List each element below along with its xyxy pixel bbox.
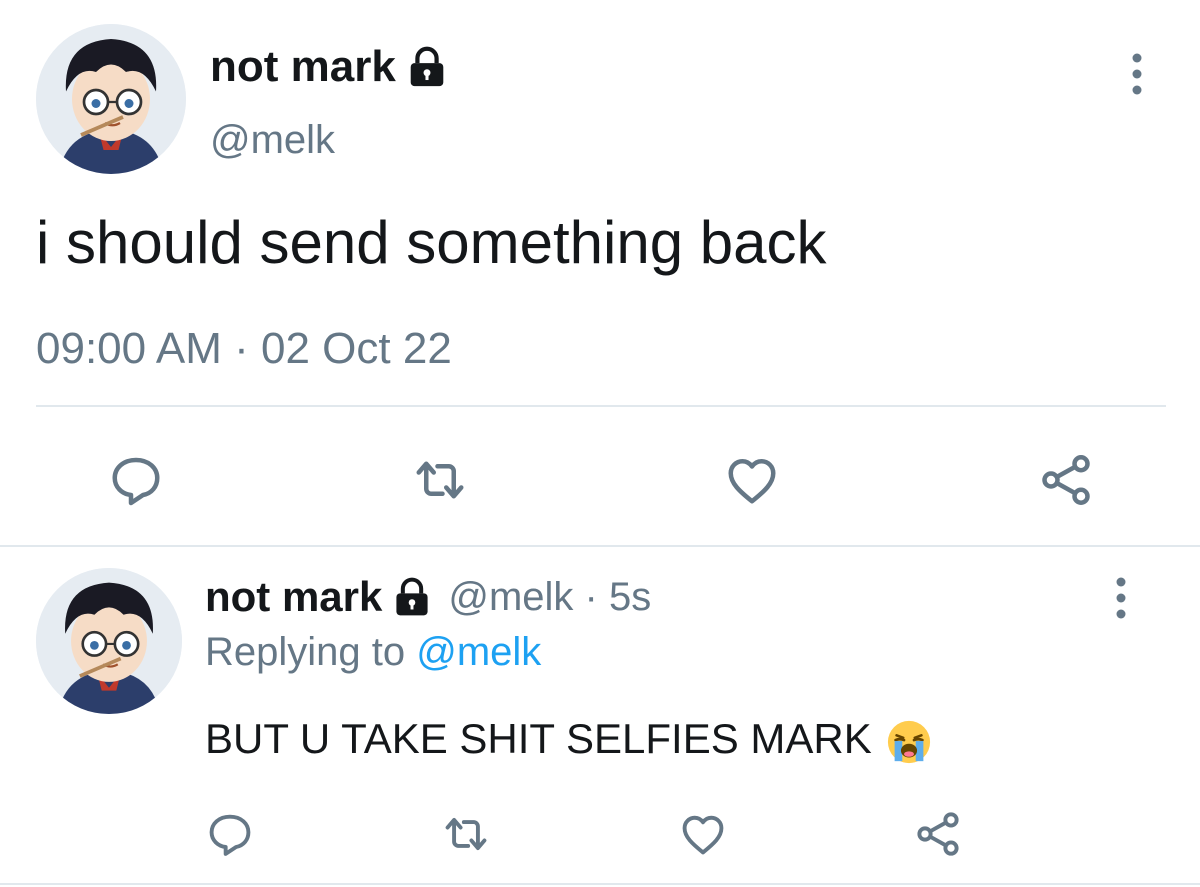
reply-text-row: BUT U TAKE SHIT SELFIES MARK xyxy=(205,715,932,765)
retweet-button[interactable] xyxy=(410,450,470,510)
replying-prefix: Replying to xyxy=(205,630,406,674)
reply-button[interactable] xyxy=(106,450,166,510)
display-name[interactable]: not mark xyxy=(205,573,382,621)
tweet-separator xyxy=(0,545,1200,547)
avatar[interactable] xyxy=(36,568,182,714)
lock-icon xyxy=(404,44,450,90)
share-button[interactable] xyxy=(912,808,964,860)
avatar-image xyxy=(36,568,182,714)
lock-icon xyxy=(390,575,434,619)
like-icon xyxy=(682,815,724,855)
replying-handle-link[interactable]: @melk xyxy=(416,630,541,674)
author-row: not mark @melk · 5s xyxy=(205,572,651,622)
author-row: not mark xyxy=(210,40,450,94)
retweet-button[interactable] xyxy=(440,808,492,860)
retweet-icon xyxy=(445,817,487,851)
divider xyxy=(36,405,1166,407)
reply-icon xyxy=(209,814,251,856)
display-name[interactable]: not mark xyxy=(210,42,396,92)
replying-to: Replying to @melk xyxy=(205,630,541,675)
tweet-text: i should send something back xyxy=(36,209,827,276)
more-vertical-icon[interactable] xyxy=(1106,574,1136,622)
handle[interactable]: @melk xyxy=(210,118,335,163)
retweet-icon xyxy=(416,461,464,499)
handle-timestamp[interactable]: @melk · 5s xyxy=(448,575,651,620)
timestamp[interactable]: 09:00 AM · 02 Oct 22 xyxy=(36,324,452,374)
like-button[interactable] xyxy=(677,808,729,860)
share-icon xyxy=(1042,455,1090,505)
reply-text: BUT U TAKE SHIT SELFIES MARK xyxy=(205,715,872,762)
avatar[interactable] xyxy=(36,24,186,174)
avatar-image xyxy=(36,24,186,174)
reply-button[interactable] xyxy=(204,808,256,860)
like-button[interactable] xyxy=(722,450,782,510)
bottom-divider xyxy=(0,883,1200,885)
share-button[interactable] xyxy=(1036,450,1096,510)
more-vertical-icon[interactable] xyxy=(1122,50,1152,98)
share-icon xyxy=(917,812,959,856)
loudly-crying-face-icon xyxy=(886,719,932,765)
reply-icon xyxy=(112,457,160,506)
like-icon xyxy=(728,459,776,504)
